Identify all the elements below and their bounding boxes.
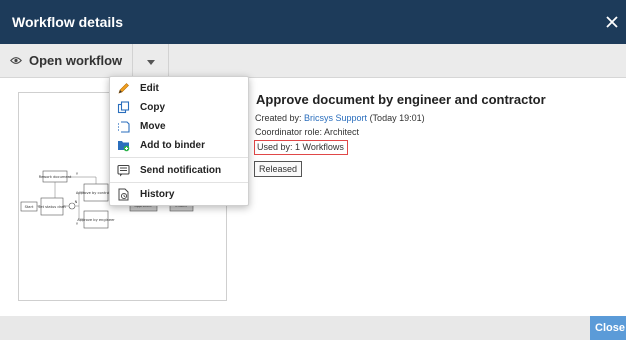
created-by-line: Created by: Bricsys Support (Today 19:01… — [255, 113, 425, 123]
created-by-suffix: (Today 19:01) — [367, 113, 425, 123]
open-workflow-button[interactable]: Open workflow — [0, 44, 134, 77]
close-icon[interactable] — [602, 12, 622, 32]
menu-item-copy[interactable]: Copy — [110, 98, 248, 117]
created-by-link[interactable]: Bricsys Support — [304, 113, 367, 123]
toolbar: Open workflow — [0, 44, 626, 78]
menu-item-edit[interactable]: Edit — [110, 79, 248, 98]
workflow-details-panel: Start Set status draft Rework document A… — [0, 79, 626, 316]
menu-item-history[interactable]: History — [110, 185, 248, 204]
close-button[interactable]: Close — [590, 316, 626, 340]
message-icon — [116, 164, 130, 178]
menu-item-label: Copy — [140, 102, 165, 113]
diagram-label-rework: Rework document — [39, 175, 72, 179]
menu-item-add-to-binder[interactable]: Add to binder — [110, 136, 248, 155]
more-actions-dropdown[interactable] — [133, 44, 170, 77]
history-icon — [116, 188, 130, 202]
menu-item-label: Send notification — [140, 165, 222, 176]
diagram-label-set-status: Set status draft — [38, 205, 66, 209]
binder-icon — [116, 139, 130, 153]
menu-item-label: Edit — [140, 83, 159, 94]
dialog-titlebar: Workflow details — [0, 0, 626, 44]
coordinator-role: Coordinator role: Architect — [255, 127, 360, 137]
workflow-title: Approve document by engineer and contrac… — [256, 92, 546, 107]
diagram-edge-label-1: Y — [76, 172, 79, 176]
menu-item-label: History — [140, 189, 175, 200]
diagram-label-engineer: Approve by engineer — [77, 218, 115, 222]
diagram-edge-label-2: N — [75, 200, 78, 204]
used-by-count: Used by: 1 Workflows — [254, 140, 348, 155]
status-badge: Released — [254, 161, 303, 177]
menu-item-move[interactable]: Move — [110, 117, 248, 136]
open-workflow-label: Open workflow — [29, 53, 123, 68]
created-by-prefix: Created by: — [255, 113, 305, 123]
diagram-label-start: Start — [25, 205, 34, 209]
menu-divider — [110, 157, 248, 158]
eye-icon — [10, 56, 22, 65]
menu-item-send-notification[interactable]: Send notification — [110, 161, 248, 180]
copy-icon — [116, 101, 130, 115]
menu-divider — [110, 182, 248, 183]
dialog-title: Workflow details — [12, 14, 123, 30]
dialog-footer: Close — [0, 316, 626, 340]
menu-item-label: Move — [140, 121, 166, 132]
pencil-icon — [116, 82, 130, 96]
diagram-edge-label-3: Y — [76, 222, 79, 226]
actions-menu: Edit Copy Move Add to binder Send notifi… — [109, 76, 249, 206]
chevron-down-icon — [146, 52, 155, 70]
menu-item-label: Add to binder — [140, 140, 205, 151]
move-icon — [116, 120, 130, 134]
